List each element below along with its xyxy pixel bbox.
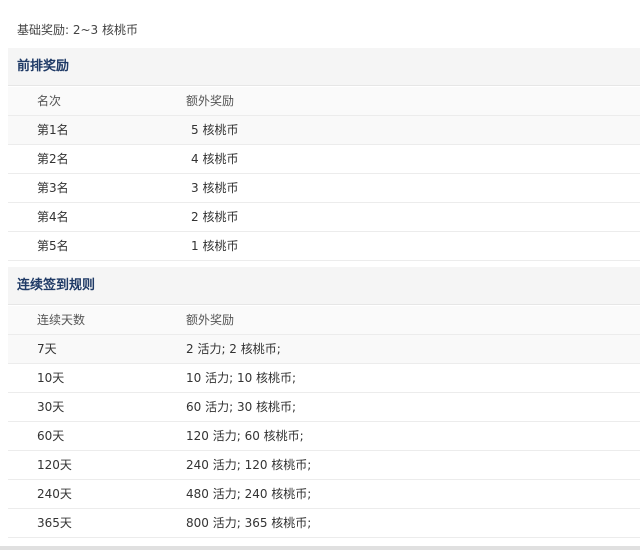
days-column-header: 连续天数	[37, 313, 86, 327]
streak-table: 连续天数 额外奖励 7天 2 活力; 2 核桃币; 10天 10 活力; 10 …	[8, 306, 640, 538]
extra-reward-column-header: 额外奖励	[186, 313, 235, 327]
reward-cell: 240 活力; 120 核桃币;	[186, 458, 312, 472]
days-cell: 30天	[37, 400, 65, 414]
reward-cell: 1 核桃币	[191, 239, 239, 253]
days-cell: 120天	[37, 458, 72, 472]
rank-cell: 第1名	[37, 123, 69, 137]
reward-cell: 480 活力; 240 核桃币;	[186, 487, 312, 501]
table-row: 60天 120 活力; 60 核桃币;	[8, 422, 640, 451]
days-cell: 240天	[37, 487, 72, 501]
reward-cell: 2 核桃币	[191, 210, 239, 224]
top-rank-table: 名次 额外奖励 第1名 5 核桃币 第2名 4 核桃币 第3名 3 核桃币 第4…	[8, 87, 640, 261]
table-row: 第2名 4 核桃币	[8, 145, 640, 174]
table-header-row: 名次 额外奖励	[8, 87, 640, 116]
reward-cell: 2 活力; 2 核桃币;	[186, 342, 281, 356]
bottom-divider	[0, 546, 640, 550]
sign-in-rewards-page: 基础奖励: 2~3 核桃币 前排奖励 名次 额外奖励 第1名 5 核桃币 第2名…	[0, 0, 640, 550]
streak-section-header: 连续签到规则	[8, 267, 640, 305]
table-row: 第3名 3 核桃币	[8, 174, 640, 203]
reward-cell: 10 活力; 10 核桃币;	[186, 371, 297, 385]
top-rank-section-header: 前排奖励	[8, 48, 640, 86]
rank-column-header: 名次	[37, 94, 62, 108]
extra-reward-column-header: 额外奖励	[186, 94, 235, 108]
table-row: 365天 800 活力; 365 核桃币;	[8, 509, 640, 538]
table-header-row: 连续天数 额外奖励	[8, 306, 640, 335]
rank-cell: 第5名	[37, 239, 69, 253]
reward-cell: 5 核桃币	[191, 123, 239, 137]
rank-cell: 第2名	[37, 152, 69, 166]
table-row: 第5名 1 核桃币	[8, 232, 640, 261]
table-row: 30天 60 活力; 30 核桃币;	[8, 393, 640, 422]
table-row: 第4名 2 核桃币	[8, 203, 640, 232]
rank-cell: 第3名	[37, 181, 69, 195]
table-row: 10天 10 活力; 10 核桃币;	[8, 364, 640, 393]
reward-cell: 800 活力; 365 核桃币;	[186, 516, 312, 530]
rank-cell: 第4名	[37, 210, 69, 224]
streak-title: 连续签到规则	[17, 278, 96, 293]
days-cell: 365天	[37, 516, 72, 530]
reward-cell: 4 核桃币	[191, 152, 239, 166]
days-cell: 10天	[37, 371, 65, 385]
days-cell: 7天	[37, 342, 57, 356]
table-row: 7天 2 活力; 2 核桃币;	[8, 335, 640, 364]
reward-cell: 3 核桃币	[191, 181, 239, 195]
table-row: 120天 240 活力; 120 核桃币;	[8, 451, 640, 480]
days-cell: 60天	[37, 429, 65, 443]
top-rank-title: 前排奖励	[17, 59, 70, 74]
base-reward-text: 基础奖励: 2~3 核桃币	[17, 23, 138, 37]
reward-cell: 60 活力; 30 核桃币;	[186, 400, 297, 414]
reward-cell: 120 活力; 60 核桃币;	[186, 429, 304, 443]
table-row: 第1名 5 核桃币	[8, 116, 640, 145]
table-row: 240天 480 活力; 240 核桃币;	[8, 480, 640, 509]
